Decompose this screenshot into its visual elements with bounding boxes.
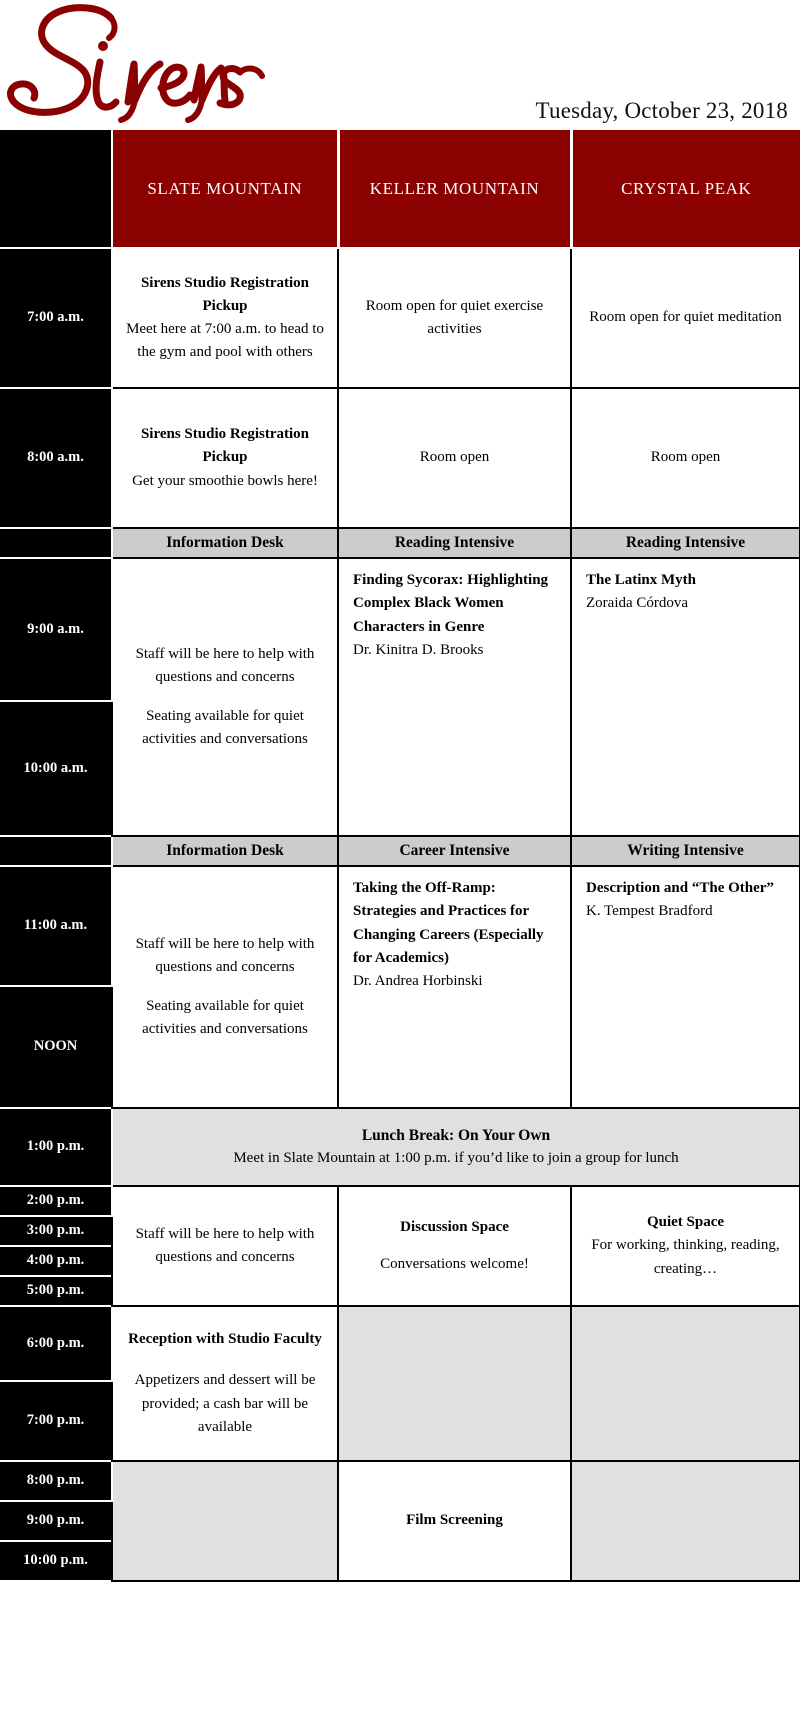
time-label-1pm: 1:00 p.m. bbox=[0, 1107, 113, 1187]
cell-afternoon-slate: Staff will be here to help with question… bbox=[111, 1185, 339, 1307]
schedule-page: Tuesday, October 23, 2018 SLATE MOUNTAIN… bbox=[0, 0, 800, 1718]
masthead: Tuesday, October 23, 2018 bbox=[0, 0, 800, 130]
row-midday-banner: Information Desk Career Intensive Writin… bbox=[0, 835, 800, 867]
row-2pm: 2:00 p.m. Staff will be here to help wit… bbox=[0, 1185, 800, 1307]
cell-evening-crystal-closed bbox=[570, 1305, 800, 1462]
lunch-desc: Meet in Slate Mountain at 1:00 p.m. if y… bbox=[233, 1150, 679, 1167]
cell-7am-slate: Sirens Studio Registration Pickup Meet h… bbox=[111, 247, 339, 389]
banner-slate-information-desk: Information Desk bbox=[111, 835, 339, 867]
banner-keller-career-intensive: Career Intensive bbox=[337, 835, 572, 867]
reception-title: Reception with Studio Faculty bbox=[128, 1331, 322, 1347]
banner-crystal-reading-intensive: Reading Intensive bbox=[570, 527, 800, 559]
info-desk-line-2: Seating available for quiet activities a… bbox=[142, 708, 308, 748]
film-screening-title: Film Screening bbox=[406, 1512, 503, 1529]
time-label-10pm: 10:00 p.m. bbox=[0, 1540, 113, 1582]
grid-corner bbox=[0, 130, 113, 249]
cell-evening-keller-closed bbox=[337, 1305, 572, 1462]
banner-slate-information-desk: Information Desk bbox=[111, 527, 339, 559]
schedule-grid: SLATE MOUNTAIN KELLER MOUNTAIN CRYSTAL P… bbox=[0, 130, 800, 1582]
cell-evening-slate: Reception with Studio Faculty Appetizers… bbox=[111, 1305, 339, 1462]
session-title: Description and “The Other” bbox=[586, 880, 774, 896]
cell-morning-crystal: The Latinx Myth Zoraida Córdova bbox=[570, 557, 800, 837]
banner-keller-reading-intensive: Reading Intensive bbox=[337, 527, 572, 559]
event-title: Sirens Studio Registration Pickup bbox=[140, 274, 310, 314]
cell-midday-slate: Staff will be here to help with question… bbox=[111, 865, 339, 1109]
space-desc: Conversations welcome! bbox=[380, 1256, 529, 1272]
schedule-date: Tuesday, October 23, 2018 bbox=[535, 98, 788, 123]
time-label-8am: 8:00 a.m. bbox=[0, 387, 113, 529]
row-1pm-lunch: 1:00 p.m. Lunch Break: On Your Own Meet … bbox=[0, 1107, 800, 1187]
cell-morning-keller: Finding Sycorax: Highlighting Complex Bl… bbox=[337, 557, 572, 837]
time-label-6pm: 6:00 p.m. bbox=[0, 1305, 113, 1382]
time-label-4pm: 4:00 p.m. bbox=[0, 1245, 113, 1277]
row-8am: 8:00 a.m. Sirens Studio Registration Pic… bbox=[0, 387, 800, 529]
row-7am: 7:00 a.m. Sirens Studio Registration Pic… bbox=[0, 247, 800, 389]
time-label-7am: 7:00 a.m. bbox=[0, 247, 113, 389]
session-presenter: Dr. Andrea Horbinski bbox=[353, 973, 483, 989]
cell-night-slate-closed bbox=[111, 1460, 339, 1582]
event-title: Sirens Studio Registration Pickup bbox=[140, 426, 310, 466]
cell-7am-keller: Room open for quiet exercise activities bbox=[337, 247, 572, 389]
session-title: Finding Sycorax: Highlighting Complex Bl… bbox=[353, 572, 549, 635]
time-label-11am: 11:00 a.m. bbox=[0, 865, 113, 987]
cell-8am-keller: Room open bbox=[337, 387, 572, 529]
session-title: Taking the Off-Ramp: Strategies and Prac… bbox=[353, 880, 544, 966]
banner-crystal-writing-intensive: Writing Intensive bbox=[570, 835, 800, 867]
lunch-title: Lunch Break: On Your Own bbox=[361, 1127, 551, 1145]
sirens-script-logo bbox=[4, 2, 274, 124]
info-desk-line-1: Staff will be here to help with question… bbox=[135, 935, 315, 975]
time-label-2pm: 2:00 p.m. bbox=[0, 1185, 113, 1217]
session-presenter: K. Tempest Bradford bbox=[586, 903, 713, 920]
session-title: The Latinx Myth bbox=[586, 572, 697, 588]
space-title: Quiet Space bbox=[646, 1214, 725, 1231]
time-label-10am: 10:00 a.m. bbox=[0, 700, 113, 837]
cell-midday-crystal: Description and “The Other” K. Tempest B… bbox=[570, 865, 800, 1109]
cell-night-keller: Film Screening bbox=[337, 1460, 572, 1582]
venue-header-crystal-peak: CRYSTAL PEAK bbox=[571, 130, 800, 249]
time-label-3pm: 3:00 p.m. bbox=[0, 1215, 113, 1247]
event-desc: Get your smoothie bowls here! bbox=[132, 472, 318, 489]
space-title: Discussion Space bbox=[400, 1218, 509, 1235]
time-label-5pm: 5:00 p.m. bbox=[0, 1275, 113, 1307]
cell-morning-slate: Staff will be here to help with question… bbox=[111, 557, 339, 836]
info-desk-line-1: Staff will be here to help with question… bbox=[135, 645, 315, 685]
cell-8am-crystal: Room open bbox=[570, 387, 800, 529]
time-label-noon: NOON bbox=[0, 985, 113, 1109]
row-8pm: 8:00 p.m. Film Screening bbox=[0, 1460, 800, 1582]
time-label-blank-midday bbox=[0, 835, 113, 867]
cell-afternoon-crystal: Quiet Space For working, thinking, readi… bbox=[570, 1185, 800, 1307]
cell-8am-slate: Sirens Studio Registration Pickup Get yo… bbox=[111, 387, 339, 529]
cell-midday-keller: Taking the Off-Ramp: Strategies and Prac… bbox=[337, 865, 572, 1109]
cell-afternoon-keller: Discussion Space Conversations welcome! bbox=[337, 1185, 572, 1307]
space-desc: For working, thinking, reading, creating… bbox=[591, 1237, 780, 1277]
info-desk-line-2: Seating available for quiet activities a… bbox=[142, 998, 308, 1038]
time-label-8pm: 8:00 p.m. bbox=[0, 1460, 113, 1502]
venue-header-keller-mountain: KELLER MOUNTAIN bbox=[338, 130, 573, 249]
event-desc: Meet here at 7:00 a.m. to head to the gy… bbox=[126, 321, 324, 361]
time-label-9pm: 9:00 p.m. bbox=[0, 1500, 113, 1542]
session-presenter: Zoraida Córdova bbox=[586, 595, 689, 612]
session-presenter: Dr. Kinitra D. Brooks bbox=[353, 641, 484, 658]
reception-desc: Appetizers and dessert will be provided;… bbox=[134, 1372, 316, 1435]
cell-night-crystal-closed bbox=[570, 1460, 800, 1582]
row-11am: 11:00 a.m. Staff will be here to help wi… bbox=[0, 865, 800, 1109]
row-9am: 9:00 a.m. Staff will be here to help wit… bbox=[0, 557, 800, 837]
cell-lunch-break: Lunch Break: On Your Own Meet in Slate M… bbox=[111, 1107, 800, 1187]
row-6pm: 6:00 p.m. Reception with Studio Faculty … bbox=[0, 1305, 800, 1462]
cell-7am-crystal: Room open for quiet meditation bbox=[570, 247, 800, 389]
venue-header-slate-mountain: SLATE MOUNTAIN bbox=[112, 130, 340, 249]
time-label-7pm: 7:00 p.m. bbox=[0, 1380, 113, 1462]
row-morning-banner: Information Desk Reading Intensive Readi… bbox=[0, 527, 800, 559]
venue-header-row: SLATE MOUNTAIN KELLER MOUNTAIN CRYSTAL P… bbox=[0, 130, 800, 249]
time-label-9am: 9:00 a.m. bbox=[0, 557, 113, 702]
time-label-blank-morning bbox=[0, 527, 113, 559]
